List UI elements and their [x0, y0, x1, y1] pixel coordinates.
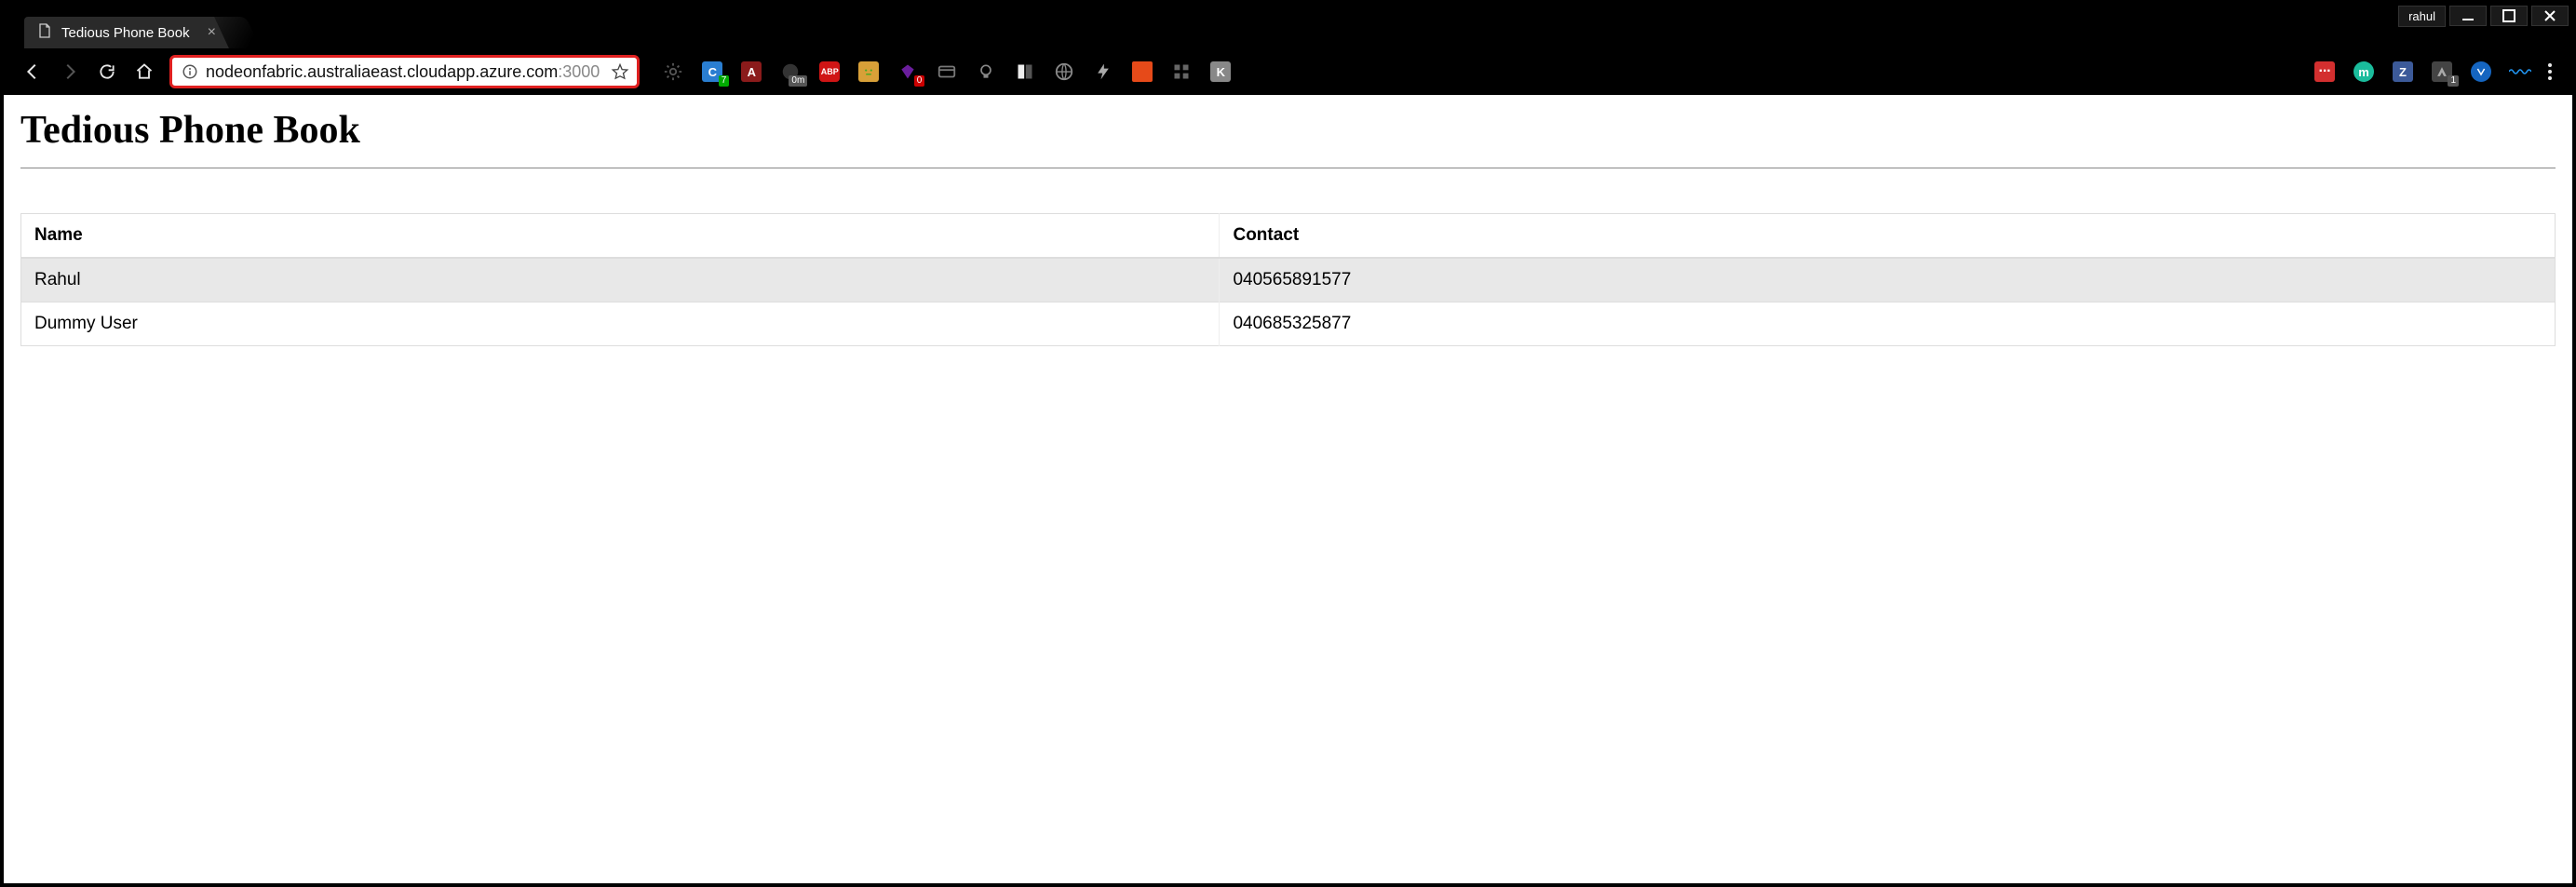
- window-titlebar: rahul: [2398, 4, 2569, 28]
- url-port: :3000: [558, 62, 600, 81]
- extension-face-icon[interactable]: [857, 60, 880, 83]
- close-tab-icon[interactable]: ×: [208, 24, 216, 41]
- minimize-button[interactable]: [2449, 6, 2487, 26]
- url-host: nodeonfabric.australiaeast.cloudapp.azur…: [206, 62, 558, 81]
- extension-adobe-badge: 1: [2448, 75, 2459, 87]
- back-button[interactable]: [20, 60, 45, 84]
- extension-adobe-icon[interactable]: 1: [2431, 60, 2453, 83]
- extension-panel-icon[interactable]: [1014, 60, 1036, 83]
- cell-contact: 040565891577: [1220, 258, 2556, 302]
- table-row: Dummy User 040685325877: [21, 302, 2556, 346]
- extension-om-badge: 0m: [789, 75, 807, 87]
- page-title: Tedious Phone Book: [20, 108, 2556, 153]
- settings-gear-icon[interactable]: [662, 60, 684, 83]
- extension-k-icon[interactable]: K: [1209, 60, 1232, 83]
- cell-name: Rahul: [21, 258, 1220, 302]
- extension-m-icon[interactable]: m: [2353, 60, 2375, 83]
- site-info-icon[interactable]: [182, 63, 198, 80]
- extension-row: C 7 A 0m ABP 0: [662, 60, 2556, 83]
- cell-contact: 040685325877: [1220, 302, 2556, 346]
- close-window-button[interactable]: [2531, 6, 2569, 26]
- extension-diamond-icon[interactable]: 0: [897, 60, 919, 83]
- table-row: Rahul 040565891577: [21, 258, 2556, 302]
- extension-c-badge: 7: [719, 75, 730, 87]
- page-viewport: Tedious Phone Book Name Contact Rahul 04…: [4, 95, 2572, 883]
- extension-bulb-icon[interactable]: [975, 60, 997, 83]
- extension-om-icon[interactable]: 0m: [779, 60, 802, 83]
- page-icon: [37, 23, 52, 42]
- tab-strip: Tedious Phone Book ×: [4, 4, 2572, 48]
- extension-abp-icon[interactable]: ABP: [818, 60, 841, 83]
- extension-red-a-icon[interactable]: A: [740, 60, 762, 83]
- extension-office-icon[interactable]: [1131, 60, 1153, 83]
- extension-cart-icon[interactable]: [936, 60, 958, 83]
- reload-button[interactable]: [95, 60, 119, 84]
- extension-globe-icon[interactable]: [1053, 60, 1075, 83]
- column-header-name: Name: [21, 214, 1220, 259]
- extension-bolt-icon[interactable]: [1092, 60, 1114, 83]
- browser-menu-button[interactable]: [2548, 63, 2552, 80]
- extension-z-icon[interactable]: Z: [2392, 60, 2414, 83]
- extension-grid-icon[interactable]: [1170, 60, 1193, 83]
- cell-name: Dummy User: [21, 302, 1220, 346]
- contacts-table: Name Contact Rahul 040565891577 Dummy Us…: [20, 213, 2556, 346]
- extension-lastpass-icon[interactable]: ···: [2313, 60, 2336, 83]
- table-header-row: Name Contact: [21, 214, 2556, 259]
- extension-wave-icon[interactable]: [2509, 60, 2531, 83]
- user-chip[interactable]: rahul: [2398, 6, 2446, 27]
- extension-diamond-badge: 0: [914, 75, 925, 87]
- url-text: nodeonfabric.australiaeast.cloudapp.azur…: [206, 62, 600, 82]
- forward-button[interactable]: [58, 60, 82, 84]
- extension-c-icon[interactable]: C 7: [701, 60, 723, 83]
- browser-window: rahul Tedious Phone Book ×: [0, 0, 2576, 887]
- bookmark-star-icon[interactable]: [611, 62, 629, 81]
- column-header-contact: Contact: [1220, 214, 2556, 259]
- tab-title: Tedious Phone Book: [61, 25, 190, 41]
- extension-v-icon[interactable]: [2470, 60, 2492, 83]
- browser-tab-active[interactable]: Tedious Phone Book ×: [24, 17, 229, 48]
- home-button[interactable]: [132, 60, 156, 84]
- maximize-button[interactable]: [2490, 6, 2528, 26]
- address-bar[interactable]: nodeonfabric.australiaeast.cloudapp.azur…: [169, 55, 640, 88]
- browser-toolbar: nodeonfabric.australiaeast.cloudapp.azur…: [4, 48, 2572, 95]
